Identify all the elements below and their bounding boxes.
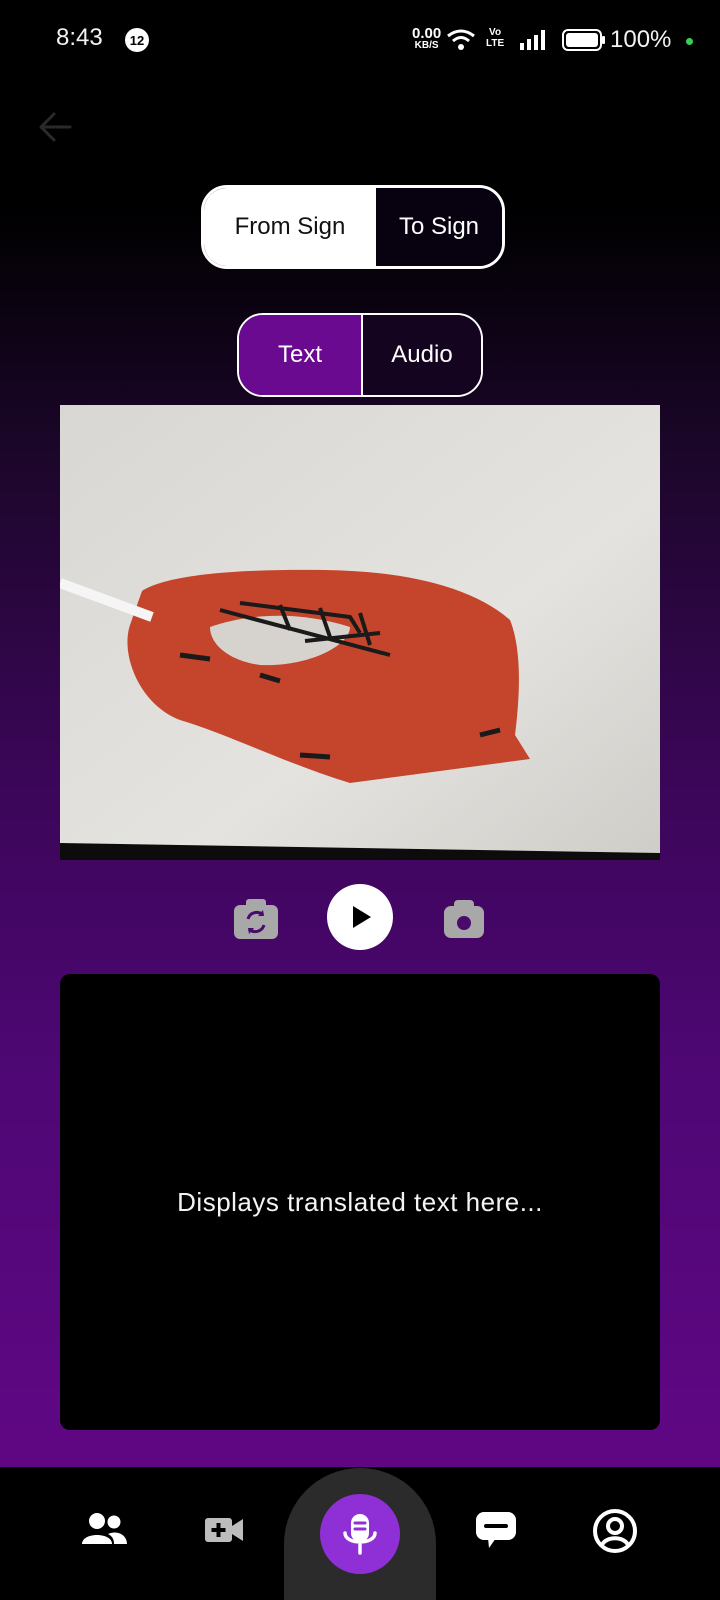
chat-icon[interactable] — [474, 1510, 518, 1550]
volte-icon: Vo LTE — [486, 27, 504, 49]
from-sign-tab[interactable]: From Sign — [204, 188, 376, 266]
play-button[interactable] — [327, 884, 393, 950]
online-dot-icon — [686, 38, 693, 45]
net-speed-value: 0.00 — [412, 25, 442, 42]
status-time: 8:43 — [56, 24, 103, 51]
network-speed: 0.00 KB/S — [412, 25, 442, 52]
people-icon[interactable] — [80, 1512, 128, 1546]
audio-tab[interactable]: Audio — [363, 315, 481, 395]
volte-top: Vo — [489, 27, 502, 38]
account-icon[interactable] — [592, 1508, 638, 1554]
camera-icon[interactable] — [442, 898, 486, 940]
flip-camera-icon[interactable] — [232, 897, 280, 941]
to-sign-tab[interactable]: To Sign — [376, 188, 502, 266]
wifi-icon — [447, 29, 475, 50]
microphone-icon — [343, 1514, 377, 1555]
net-speed-unit: KB/S — [414, 40, 439, 51]
camera-preview — [60, 405, 660, 860]
output-toggle: Text Audio — [237, 313, 483, 397]
notification-badge: 12 — [125, 28, 149, 52]
battery-percent: 100% — [610, 26, 672, 53]
microphone-button[interactable] — [320, 1494, 400, 1574]
translation-output: Displays translated text here... — [60, 974, 660, 1430]
play-icon — [353, 906, 371, 928]
output-placeholder: Displays translated text here... — [177, 1186, 543, 1217]
signal-icon — [520, 30, 545, 50]
battery-icon — [562, 29, 605, 51]
video-call-icon[interactable] — [204, 1516, 244, 1544]
text-tab[interactable]: Text — [239, 315, 363, 395]
mode-toggle: From Sign To Sign — [201, 185, 505, 269]
volte-bottom: LTE — [486, 38, 505, 49]
back-arrow-icon[interactable] — [34, 106, 76, 148]
camera-feed-image — [60, 405, 660, 860]
